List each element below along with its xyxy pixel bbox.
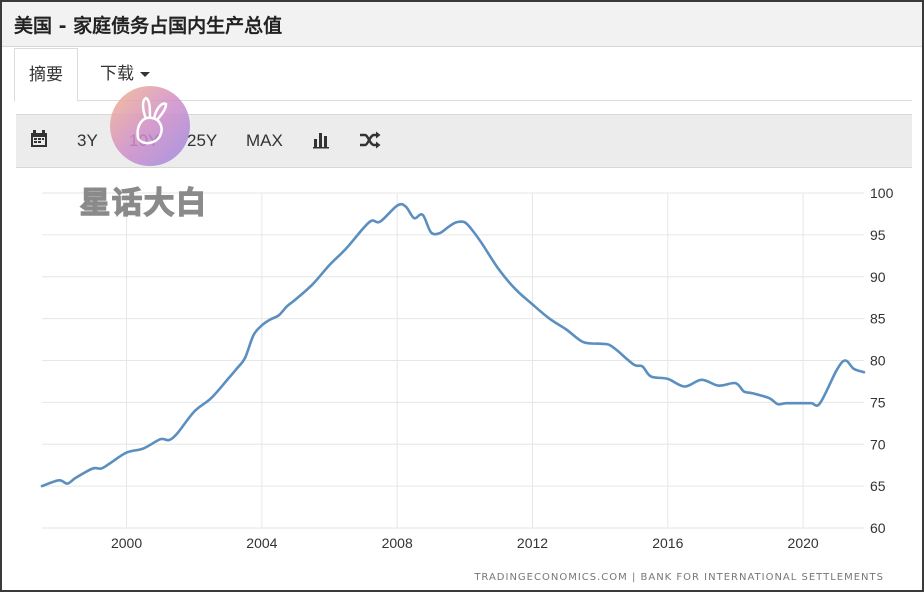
y-tick-label-90: 90 xyxy=(870,269,886,285)
y-tick-label-80: 80 xyxy=(870,353,886,369)
caret-down-icon xyxy=(140,71,150,77)
bar-chart-icon[interactable] xyxy=(312,131,330,153)
y-tick-label-60: 60 xyxy=(870,520,886,536)
shuffle-icon[interactable] xyxy=(359,131,381,153)
calendar-icon[interactable] xyxy=(30,130,48,152)
x-tick-label-2020: 2020 xyxy=(788,535,819,551)
x-tick-label-2000: 2000 xyxy=(111,535,142,551)
range-max-button[interactable]: MAX xyxy=(246,115,283,167)
x-tick-label-2004: 2004 xyxy=(246,535,277,551)
range-3y-button[interactable]: 3Y xyxy=(77,115,98,167)
y-tick-label-70: 70 xyxy=(870,436,886,452)
chart-toolbar: 3Y 10Y 25Y MAX xyxy=(16,114,912,168)
title-bar: 美国 - 家庭债务占国内生产总值 xyxy=(2,2,922,47)
y-tick-label-85: 85 xyxy=(870,311,886,327)
x-tick-label-2008: 2008 xyxy=(382,535,413,551)
tab-download-label: 下载 xyxy=(100,64,134,84)
y-tick-label-100: 100 xyxy=(870,185,894,201)
y-tick-label-75: 75 xyxy=(870,394,886,410)
x-tick-label-2012: 2012 xyxy=(517,535,548,551)
page-title: 美国 - 家庭债务占国内生产总值 xyxy=(14,15,283,37)
tab-download[interactable]: 下载 xyxy=(100,48,150,100)
tab-bar: 摘要 下载 xyxy=(14,48,912,102)
source-credit: TRADINGECONOMICS.COM | BANK FOR INTERNAT… xyxy=(474,572,884,583)
chart-widget: 美国 - 家庭债务占国内生产总值 摘要 下载 3Y 10Y 25Y MAX 60… xyxy=(0,0,924,592)
y-tick-label-95: 95 xyxy=(870,227,886,243)
tab-summary[interactable]: 摘要 xyxy=(14,48,78,102)
range-25y-button[interactable]: 25Y xyxy=(187,115,217,167)
x-tick-label-2016: 2016 xyxy=(652,535,683,551)
line-chart: 60 65 70 75 80 85 90 95 100 2000 2004 2008 2012 2016 2… xyxy=(40,185,894,551)
y-tick-label-65: 65 xyxy=(870,478,886,494)
range-10y-button[interactable]: 10Y xyxy=(129,115,159,167)
